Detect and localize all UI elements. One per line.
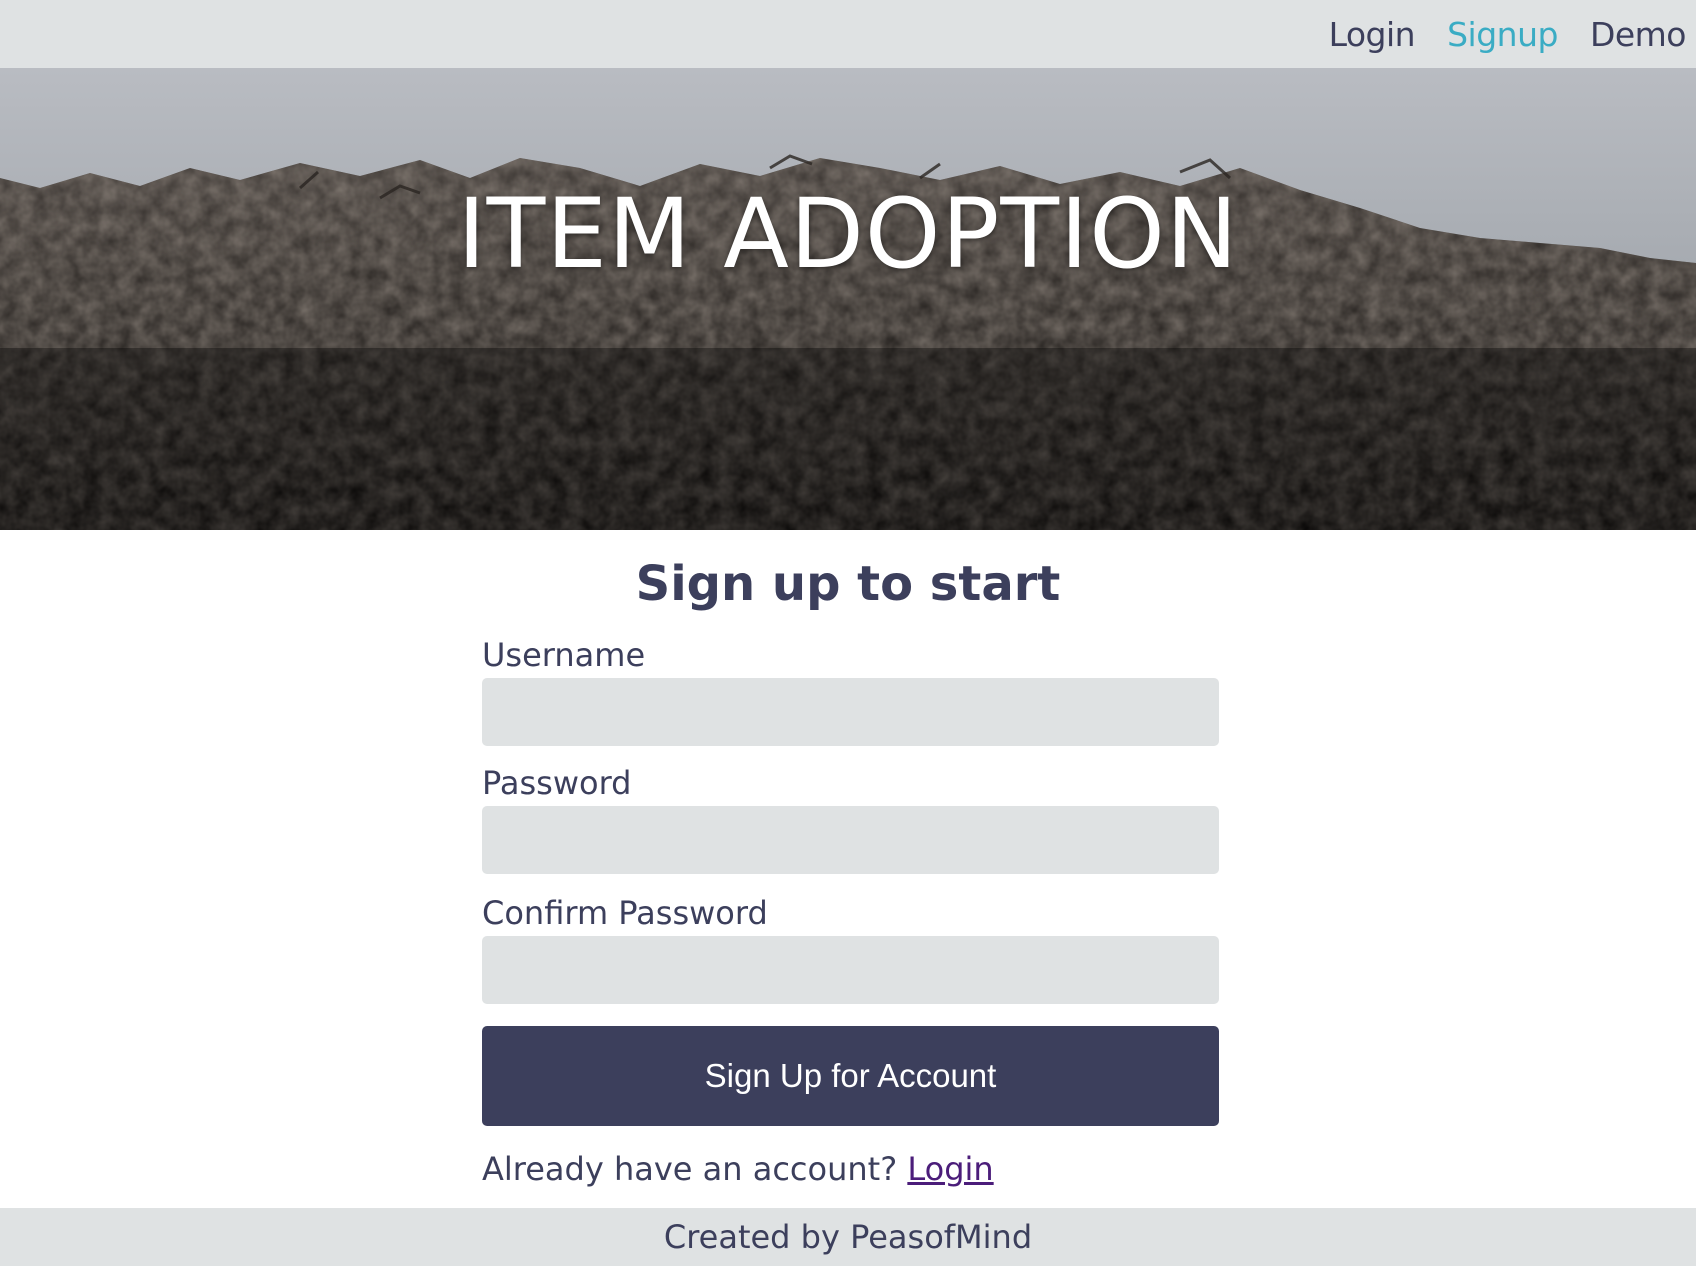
footer-credit: Created by PeasofMind — [663, 1218, 1033, 1256]
confirm-password-field[interactable] — [482, 936, 1219, 1004]
form-title: Sign up to start — [635, 556, 1061, 612]
confirm-password-label: Confirm Password — [482, 894, 768, 932]
hero-background-image — [0, 68, 1696, 530]
hero-title: ITEM ADOPTION — [457, 178, 1239, 290]
top-nav: Login Signup Demo — [0, 0, 1696, 68]
nav-demo-link[interactable]: Demo — [1590, 15, 1687, 54]
nav-signup-link[interactable]: Signup — [1447, 15, 1558, 54]
login-prompt-text: Already have an account? — [482, 1150, 898, 1188]
sign-up-button[interactable]: Sign Up for Account — [482, 1026, 1219, 1126]
nav-login-link[interactable]: Login — [1329, 15, 1416, 54]
password-field[interactable] — [482, 806, 1219, 874]
password-label: Password — [482, 764, 632, 802]
footer: Created by PeasofMind — [0, 1208, 1696, 1266]
hero-banner: ITEM ADOPTION — [0, 68, 1696, 530]
login-prompt: Already have an account? Login — [482, 1150, 994, 1188]
username-label: Username — [482, 636, 646, 674]
login-link[interactable]: Login — [907, 1150, 993, 1188]
username-field[interactable] — [482, 678, 1219, 746]
